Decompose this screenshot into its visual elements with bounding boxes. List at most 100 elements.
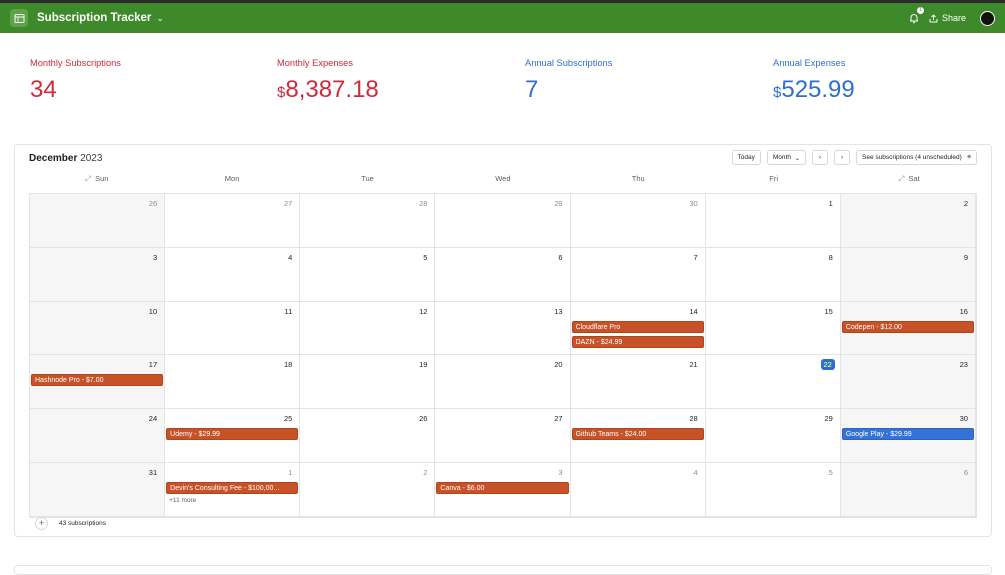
calendar-day-cell[interactable]: 6 <box>435 247 571 302</box>
day-number: 7 <box>693 252 698 262</box>
calendar-day-cell[interactable]: 25 Udemy - $29.99 <box>165 409 301 464</box>
calendar-day-cell[interactable]: 28 <box>300 194 436 248</box>
calendar-day-cell[interactable]: 30 <box>570 194 706 248</box>
stat-label: Annual Subscriptions <box>525 58 613 68</box>
day-number: 8 <box>828 252 833 262</box>
calendar-day-cell[interactable]: 17 Hashnode Pro - $7.00 <box>30 355 166 410</box>
stat-value: $525.99 <box>773 76 855 103</box>
calendar-day-cell[interactable]: 2 <box>300 463 436 517</box>
day-number: 9 <box>963 252 968 262</box>
calendar-day-cell[interactable]: 1 <box>705 194 841 248</box>
weekday-mon: Mon <box>224 174 240 183</box>
day-number: 4 <box>693 468 698 478</box>
today-button[interactable]: Today <box>731 150 761 165</box>
weekday-fri: Fri <box>769 174 779 183</box>
stat-value: 34 <box>30 76 57 103</box>
subscription-event[interactable]: Devin's Consulting Fee - $100,00... <box>166 482 299 495</box>
calendar-day-cell[interactable]: 19 <box>300 355 436 410</box>
calendar-day-cell[interactable]: 4 <box>570 463 706 517</box>
calendar-day-cell[interactable]: 15 <box>705 301 841 356</box>
calendar-day-cell[interactable]: 2 <box>840 194 976 248</box>
day-number: 12 <box>419 306 428 316</box>
chevron-right-icon: › <box>840 154 844 161</box>
calendar-day-cell[interactable]: 26 <box>30 194 166 248</box>
calendar-day-cell[interactable]: 26 <box>300 409 436 464</box>
day-number: 15 <box>824 306 833 316</box>
weekday-sun: ⤢ Sun <box>84 174 109 183</box>
subscription-event[interactable]: Canva - $6.00 <box>436 482 569 495</box>
see-subscriptions-button[interactable]: See subscriptions (4 unscheduled) ≡ <box>856 150 977 165</box>
app-title[interactable]: Subscription Tracker <box>37 12 151 24</box>
subscription-event[interactable]: Github Teams - $24.00 <box>571 428 704 441</box>
weekday-thu: Thu <box>631 174 645 183</box>
calendar-day-cell[interactable]: 1 Devin's Consulting Fee - $100,00... +11 … <box>165 463 301 517</box>
calendar-day-cell[interactable]: 23 <box>840 355 976 410</box>
next-month-button[interactable]: › <box>834 150 851 165</box>
day-number: 14 <box>689 306 698 316</box>
calendar-day-cell[interactable]: 3 Canva - $6.00 <box>435 463 571 517</box>
calendar-day-cell[interactable]: 24 <box>30 409 166 464</box>
day-number: 27 <box>283 199 293 208</box>
day-number: 28 <box>419 199 428 208</box>
weekday-tue: Tue <box>361 174 374 183</box>
calendar-day-cell[interactable]: 31 <box>30 463 166 517</box>
day-number: 17 <box>148 360 158 370</box>
notification-badge: 1 <box>916 7 924 14</box>
calendar-day-cell[interactable]: 4 <box>165 247 301 302</box>
calendar-day-cell[interactable]: 11 <box>165 301 301 356</box>
day-number: 25 <box>283 414 293 424</box>
add-subscription-button[interactable]: + <box>35 516 48 530</box>
subscription-event[interactable]: Cloudflare Pro <box>571 320 704 333</box>
calendar-day-cell[interactable]: 27 <box>435 409 571 464</box>
stat-annual-subscriptions: Annual Subscriptions 7 <box>525 58 612 104</box>
day-number: 3 <box>152 252 158 262</box>
chevron-down-icon[interactable]: ⌄ <box>156 13 164 24</box>
prev-month-button[interactable]: ‹ <box>812 150 829 165</box>
calendar-day-cell[interactable]: 21 <box>570 355 706 410</box>
day-number: 20 <box>554 360 563 370</box>
calendar-day-cell[interactable]: 8 <box>705 247 841 302</box>
more-events-link[interactable]: +11 more <box>169 497 298 504</box>
day-number: 18 <box>283 360 293 370</box>
calendar-day-cell[interactable]: 7 <box>570 247 706 302</box>
day-number: 10 <box>148 306 158 316</box>
calendar-day-cell[interactable]: 18 <box>165 355 301 410</box>
app-header: Subscription Tracker ⌄ 1 Share <box>0 3 1005 33</box>
subscription-event[interactable]: Udemy - $29.99 <box>166 428 299 441</box>
calendar-day-cell[interactable]: 20 <box>435 355 571 410</box>
calendar-day-cell[interactable]: 10 <box>30 301 166 356</box>
calendar-day-cell[interactable]: 16 Codepen - $12.00 <box>840 301 976 356</box>
subscription-event[interactable]: Hashnode Pro - $7.00 <box>31 374 164 387</box>
stat-label: Monthly Subscriptions <box>30 58 121 68</box>
view-select[interactable]: Month ⌄ <box>766 150 807 165</box>
bell-icon[interactable]: 1 <box>907 7 924 25</box>
calendar-day-cell[interactable]: 28 Github Teams - $24.00 <box>570 409 706 464</box>
calendar-day-cell[interactable]: 5 <box>300 247 436 302</box>
calendar-day-cell[interactable]: 3 <box>30 247 166 302</box>
calendar-day-cell[interactable]: 12 <box>300 301 436 356</box>
calendar-day-cell[interactable]: 13 <box>435 301 571 356</box>
day-number: 2 <box>423 468 428 478</box>
app-icon[interactable] <box>10 9 28 27</box>
calendar-day-cell[interactable]: 30 Google Play - $29.99 <box>840 409 976 464</box>
day-number: 4 <box>288 252 293 262</box>
day-number: 30 <box>959 414 968 424</box>
calendar-day-cell[interactable]: 27 <box>165 194 301 248</box>
calendar-day-cell[interactable]: 22 <box>705 355 841 410</box>
calendar-day-cell[interactable]: 5 <box>705 463 841 517</box>
bottom-card <box>14 565 992 575</box>
weekday-wed: Wed <box>495 174 511 183</box>
stat-annual-expenses: Annual Expenses $525.99 <box>773 58 855 104</box>
chevron-down-icon: ⌄ <box>794 154 801 162</box>
calendar-day-cell[interactable]: 14 Cloudflare Pro DAZN - $24.99 <box>570 301 706 356</box>
avatar[interactable] <box>980 10 995 26</box>
calendar-day-cell[interactable]: 9 <box>840 247 976 302</box>
share-button[interactable]: Share <box>929 13 966 23</box>
subscription-event[interactable]: DAZN - $24.99 <box>571 335 704 348</box>
subscription-event[interactable]: Codepen - $12.00 <box>841 320 974 333</box>
day-number: 19 <box>419 360 428 370</box>
calendar-day-cell[interactable]: 29 <box>705 409 841 464</box>
subscription-event[interactable]: Google Play - $29.99 <box>841 428 974 441</box>
calendar-day-cell[interactable]: 29 <box>435 194 571 248</box>
calendar-day-cell[interactable]: 6 <box>840 463 976 517</box>
